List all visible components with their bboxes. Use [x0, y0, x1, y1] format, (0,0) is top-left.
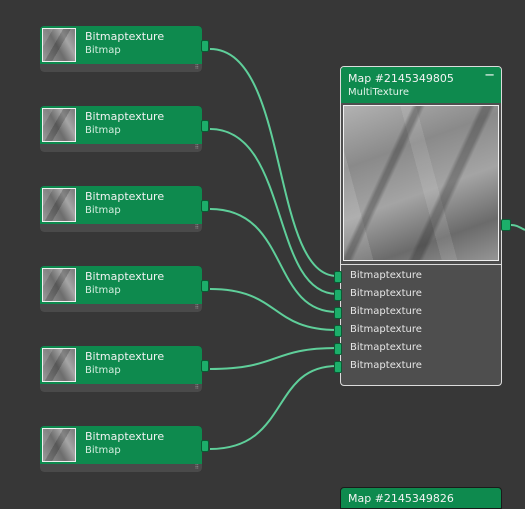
texture-preview — [343, 105, 499, 261]
resize-grip-icon[interactable]: ⠿ — [195, 465, 199, 471]
node-subtitle: Bitmap — [85, 45, 121, 56]
input-slot[interactable]: Bitmaptexture — [334, 286, 501, 304]
slot-label: Bitmaptexture — [350, 342, 422, 353]
output-port[interactable] — [201, 120, 209, 132]
node-footer: ⠿ — [40, 464, 202, 472]
node-title: Bitmaptexture — [85, 110, 165, 123]
resize-grip-icon[interactable]: ⠿ — [195, 225, 199, 231]
input-slot[interactable]: Bitmaptexture — [334, 268, 501, 286]
wire-3 — [209, 208, 338, 313]
wire-1 — [209, 48, 338, 277]
output-port[interactable] — [501, 219, 511, 231]
resize-grip-icon[interactable]: ⠿ — [195, 305, 199, 311]
slot-label: Bitmaptexture — [350, 360, 422, 371]
bitmap-node-4[interactable]: Bitmaptexture Bitmap ⠿ — [40, 266, 209, 312]
input-slot[interactable]: Bitmaptexture — [334, 322, 501, 340]
minus-icon[interactable]: − — [484, 69, 495, 83]
wire-6 — [209, 365, 338, 450]
bitmap-node-6[interactable]: Bitmaptexture Bitmap ⠿ — [40, 426, 209, 472]
node-footer: ⠿ — [40, 64, 202, 72]
node-header[interactable]: Map #2145349805 MultiTexture − — [341, 67, 501, 103]
node-footer: ⠿ — [40, 224, 202, 232]
node-title: Bitmaptexture — [85, 270, 165, 283]
input-slot[interactable]: Bitmaptexture — [334, 304, 501, 322]
wire-4 — [209, 288, 338, 331]
node-title: Map #2145349826 — [348, 492, 454, 505]
input-port[interactable] — [334, 343, 342, 355]
node-title: Bitmaptexture — [85, 430, 165, 443]
texture-thumbnail — [42, 348, 76, 382]
bitmap-node-2[interactable]: Bitmaptexture Bitmap ⠿ — [40, 106, 209, 152]
input-port[interactable] — [334, 307, 342, 319]
map-node-partial[interactable]: Map #2145349826 — [340, 487, 502, 509]
node-subtitle: Bitmap — [85, 125, 121, 136]
texture-thumbnail — [42, 428, 76, 462]
input-port[interactable] — [334, 289, 342, 301]
output-port[interactable] — [201, 360, 209, 372]
resize-grip-icon[interactable]: ⠿ — [195, 385, 199, 391]
node-title: Bitmaptexture — [85, 190, 165, 203]
multitexture-node[interactable]: Map #2145349805 MultiTexture − Bitmaptex… — [334, 66, 502, 386]
output-port[interactable] — [201, 40, 209, 52]
node-title: Bitmaptexture — [85, 350, 165, 363]
bitmap-node-1[interactable]: Bitmaptexture Bitmap ⠿ — [40, 26, 209, 72]
input-port[interactable] — [334, 325, 342, 337]
output-port[interactable] — [201, 200, 209, 212]
node-title: Map #2145349805 — [348, 72, 454, 85]
wire-out — [510, 224, 525, 231]
node-subtitle: Bitmap — [85, 285, 121, 296]
input-port[interactable] — [334, 361, 342, 373]
node-subtitle: Bitmap — [85, 205, 121, 216]
slot-label: Bitmaptexture — [350, 270, 422, 281]
node-footer: ⠿ — [40, 144, 202, 152]
wire-5 — [209, 347, 338, 370]
node-footer: ⠿ — [40, 304, 202, 312]
input-slot[interactable]: Bitmaptexture — [334, 340, 501, 358]
texture-thumbnail — [42, 108, 76, 142]
slot-label: Bitmaptexture — [350, 288, 422, 299]
resize-grip-icon[interactable]: ⠿ — [195, 65, 199, 71]
texture-thumbnail — [42, 268, 76, 302]
node-title: Bitmaptexture — [85, 30, 165, 43]
input-slot[interactable]: Bitmaptexture — [334, 358, 501, 376]
divider — [341, 264, 501, 265]
resize-grip-icon[interactable]: ⠿ — [195, 145, 199, 151]
input-port[interactable] — [334, 271, 342, 283]
slot-label: Bitmaptexture — [350, 306, 422, 317]
bitmap-node-3[interactable]: Bitmaptexture Bitmap ⠿ — [40, 186, 209, 232]
bitmap-node-5[interactable]: Bitmaptexture Bitmap ⠿ — [40, 346, 209, 392]
node-footer: ⠿ — [40, 384, 202, 392]
wire-2 — [209, 128, 338, 295]
texture-thumbnail — [42, 188, 76, 222]
output-port[interactable] — [201, 440, 209, 452]
node-subtitle: MultiTexture — [348, 87, 410, 98]
output-port[interactable] — [201, 280, 209, 292]
slot-label: Bitmaptexture — [350, 324, 422, 335]
texture-thumbnail — [42, 28, 76, 62]
node-subtitle: Bitmap — [85, 445, 121, 456]
node-subtitle: Bitmap — [85, 365, 121, 376]
